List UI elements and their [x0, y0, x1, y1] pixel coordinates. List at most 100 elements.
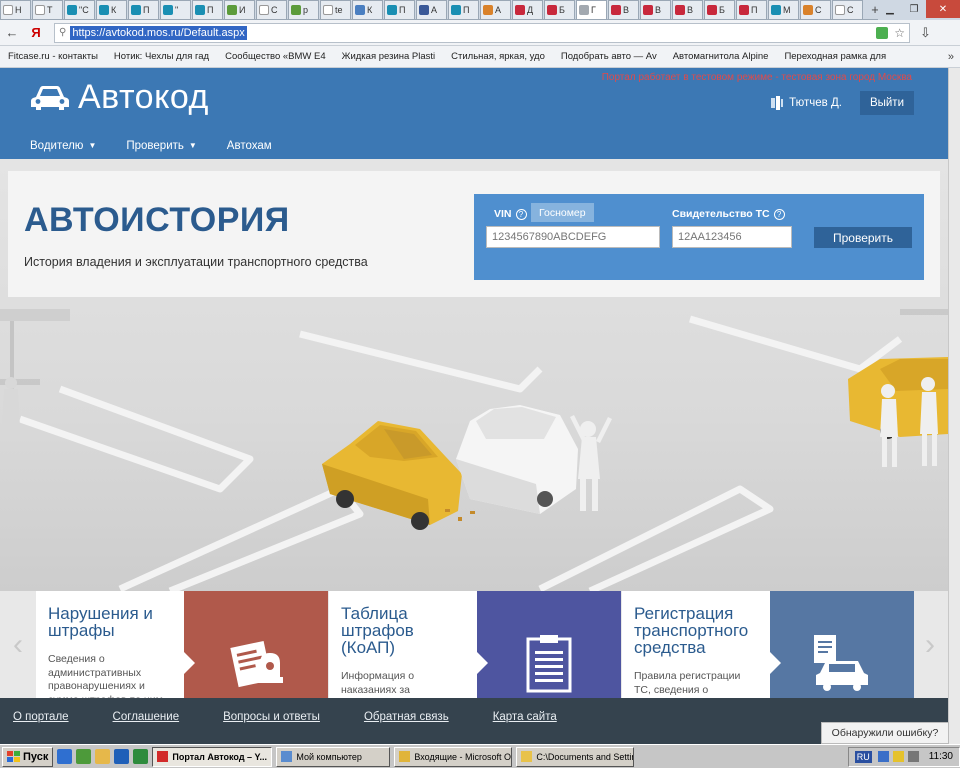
browser-tab[interactable]: С [256, 0, 287, 19]
bookmark-item[interactable]: Стильная, яркая, удо [443, 51, 553, 62]
help-icon[interactable]: ? [515, 208, 527, 220]
bookmark-item[interactable]: Нотик: Чехлы для гад [106, 51, 217, 62]
browser-tab[interactable]: " [160, 0, 191, 19]
tile-violations[interactable]: Нарушения и штрафы Сведения о администра… [36, 591, 184, 698]
taskbar-task[interactable]: Мой компьютер [276, 746, 391, 767]
carousel-prev-icon[interactable]: ‹ [0, 591, 36, 698]
tile-registration-image[interactable] [769, 591, 914, 698]
browser-tab-label: М [783, 5, 791, 15]
browser-tab[interactable]: П [448, 0, 479, 19]
nav-item[interactable]: Проверить ▼ [126, 140, 196, 152]
chevron-down-icon: ▼ [188, 141, 197, 150]
bookmark-item[interactable]: Fitcase.ru - контакты [0, 51, 106, 62]
browser-tab[interactable]: "С [64, 0, 95, 19]
browser-tab[interactable]: Б [544, 0, 575, 19]
browser-tab-label: А [495, 5, 502, 15]
close-icon[interactable]: ✕ [926, 0, 960, 18]
yandex-icon[interactable]: Я [24, 21, 48, 45]
white-car [456, 405, 578, 514]
browser-tab-label: П [399, 5, 406, 15]
desktop-quicklaunch-icon[interactable] [76, 749, 92, 764]
tile-title: Нарушения и штрафы [48, 604, 153, 640]
language-indicator[interactable]: RU [854, 750, 872, 763]
browser-tab[interactable]: К [352, 0, 383, 19]
browser-tab[interactable]: М [768, 0, 799, 19]
browser-tab-label: К [111, 5, 117, 15]
gosnomer-tab[interactable]: Госномер [531, 203, 594, 222]
check-button[interactable]: Проверить [814, 227, 912, 248]
tile-violations-image[interactable] [183, 591, 328, 698]
footer-link[interactable]: О портале [13, 711, 69, 723]
user-name[interactable]: Тютчев Д. [789, 97, 842, 109]
browser-tab[interactable]: П [736, 0, 767, 19]
address-bar[interactable]: ⚲ https://avtokod.mos.ru/Default.aspx ☆ [54, 22, 910, 43]
star-icon[interactable]: ☆ [894, 26, 905, 40]
download-icon[interactable]: ⇩ [920, 25, 931, 41]
browser-tab[interactable]: С [832, 0, 863, 19]
nav-item[interactable]: Автохам [227, 140, 272, 152]
minimize-icon[interactable]: ▁ [878, 0, 902, 18]
folder-quicklaunch-icon[interactable] [95, 749, 111, 764]
bookmarks-overflow-icon[interactable]: » [942, 51, 960, 63]
hero-panel: АВТОИСТОРИЯ История владения и эксплуата… [8, 171, 940, 297]
browser-tab[interactable]: р [288, 0, 319, 19]
vin-input[interactable] [486, 226, 660, 248]
footer-link[interactable]: Соглашение [113, 711, 180, 723]
restore-icon[interactable]: ❐ [902, 0, 926, 18]
favicon-icon [323, 5, 333, 15]
footer-link[interactable]: Вопросы и ответы [223, 711, 320, 723]
browser-tab[interactable]: П [384, 0, 415, 19]
taskbar-task[interactable]: C:\Documents and Settin... [516, 746, 635, 767]
bookmark-item[interactable]: Подобрать авто — Av [553, 51, 665, 62]
browser-tab[interactable]: В [640, 0, 671, 19]
help-icon[interactable]: ? [773, 208, 785, 220]
ie-quicklaunch-icon[interactable] [57, 749, 73, 764]
vin-tab[interactable]: VIN ? [494, 208, 527, 220]
footer-link[interactable]: Обратная связь [364, 711, 449, 723]
browser-tab[interactable]: В [672, 0, 703, 19]
clock: 11:30 [928, 751, 953, 762]
report-error-button[interactable]: Обнаружили ошибку? [821, 722, 949, 744]
network-icon[interactable] [877, 751, 889, 762]
bookmark-item[interactable]: Сообщество «BMW E4 [217, 51, 334, 62]
word-quicklaunch-icon[interactable] [114, 749, 130, 764]
back-icon[interactable]: ← [0, 21, 24, 45]
browser-tab[interactable]: Н [0, 0, 31, 19]
browser-tab[interactable]: К [96, 0, 127, 19]
lock-icon[interactable] [876, 26, 889, 39]
page-scrollbar[interactable] [948, 68, 960, 744]
warning-icon[interactable] [892, 751, 904, 762]
browser-tab[interactable]: В [608, 0, 639, 19]
browser-tab[interactable]: П [192, 0, 223, 19]
url-text[interactable]: https://avtokod.mos.ru/Default.aspx [70, 25, 247, 40]
browser-tab[interactable]: И [224, 0, 255, 19]
browser-tab[interactable]: А [416, 0, 447, 19]
browser-tab[interactable]: А [480, 0, 511, 19]
sts-input[interactable] [672, 226, 792, 248]
site-logo[interactable]: Автокод [30, 78, 209, 117]
browser-tab[interactable]: Г [576, 0, 607, 19]
browser-tab[interactable]: Т [32, 0, 63, 19]
browser-tab[interactable]: Б [704, 0, 735, 19]
tile-registration[interactable]: Регистрация транспортного средства Прави… [622, 591, 770, 698]
volume-icon[interactable] [907, 751, 919, 762]
bookmark-item[interactable]: Жидкая резина Plasti [334, 51, 443, 62]
footer-link[interactable]: Карта сайта [493, 711, 557, 723]
browser-tab[interactable]: te [320, 0, 351, 19]
bookmark-item[interactable]: Переходная рамка для [776, 51, 894, 62]
carousel-next-icon[interactable]: › [912, 591, 948, 698]
bookmark-item[interactable]: Автомагнитола Alpine [665, 51, 777, 62]
tile-description: Информация о наказаниях за административ… [341, 670, 435, 698]
main-nav: Водителю ▼ Проверить ▼ Автохам [0, 132, 948, 159]
tile-fines-table-image[interactable] [476, 591, 621, 698]
taskbar-task[interactable]: Портал Автокод – Y... [152, 746, 273, 767]
tile-fines-table[interactable]: Таблица штрафов (КоАП) Информация о нака… [329, 591, 477, 698]
logout-button[interactable]: Выйти [859, 91, 914, 115]
nav-item[interactable]: Водителю ▼ [30, 140, 96, 152]
browser-tab[interactable]: С [800, 0, 831, 19]
browser-tab[interactable]: Д [512, 0, 543, 19]
taskbar-task[interactable]: Входящие - Microsoft O... [394, 746, 513, 767]
excel-quicklaunch-icon[interactable] [133, 749, 149, 764]
browser-tab[interactable]: П [128, 0, 159, 19]
start-button[interactable]: Пуск [2, 746, 54, 767]
